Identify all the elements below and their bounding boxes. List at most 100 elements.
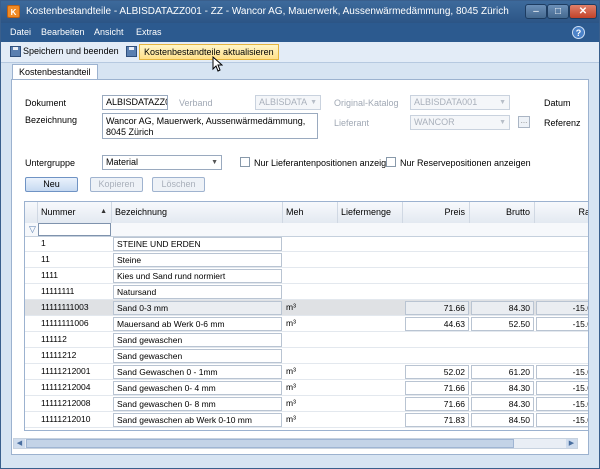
cell-preis[interactable] [405, 252, 469, 268]
scroll-right-icon[interactable]: ▶ [566, 439, 577, 448]
lieferant-lookup-button[interactable]: ... [518, 116, 530, 128]
table-row[interactable]: 111112 Sand gewaschen [25, 332, 588, 348]
cell-brutto[interactable]: 84.30 [471, 301, 534, 315]
cell-meh[interactable]: m³ [283, 396, 338, 412]
cell-meh[interactable]: m³ [283, 380, 338, 396]
cell-meh[interactable] [283, 268, 338, 284]
cell-nummer[interactable]: 11111212 [38, 348, 112, 364]
cell-rabatt[interactable] [536, 284, 588, 300]
cell-preis[interactable]: 71.83 [405, 413, 469, 427]
menu-bearbeiten[interactable]: Bearbeiten [41, 27, 85, 37]
close-button[interactable]: ✕ [569, 4, 597, 19]
column-header-nummer[interactable]: Nummer ▲ [38, 202, 112, 223]
kopieren-button[interactable]: Kopieren [90, 177, 143, 192]
scroll-left-icon[interactable]: ◀ [14, 439, 25, 448]
cell-bezeichnung[interactable]: Sand gewaschen 0- 8 mm [113, 397, 282, 411]
cell-nummer[interactable]: 1111 [38, 268, 112, 284]
table-row[interactable]: 11111212010 Sand gewaschen ab Werk 0-10 m… [25, 412, 588, 428]
cell-brutto[interactable]: 84.30 [471, 397, 534, 411]
cell-nummer[interactable]: 11111111003 [38, 300, 112, 316]
help-icon[interactable]: ? [572, 26, 585, 39]
cell-rabatt[interactable] [536, 236, 588, 252]
nur-lieferanten-checkbox[interactable] [240, 157, 250, 167]
cell-rabatt[interactable] [536, 268, 588, 284]
bezeichnung-field[interactable]: Wancor AG, Mauerwerk, Aussenwärmedämmung… [102, 113, 318, 139]
verband-select[interactable]: ALBISDATA ▼ [255, 95, 321, 110]
column-header-rabatt[interactable]: Ra [535, 202, 588, 223]
cell-brutto[interactable] [471, 332, 534, 348]
table-row[interactable]: 11111212008 Sand gewaschen 0- 8 mm m³ 71.66… [25, 396, 588, 412]
cell-brutto[interactable]: 84.30 [471, 381, 534, 395]
cell-meh[interactable]: m³ [283, 364, 338, 380]
cell-brutto[interactable]: 84.50 [471, 413, 534, 427]
cell-rabatt[interactable]: -15.0 [536, 365, 588, 379]
cell-meh[interactable] [283, 252, 338, 268]
menu-ansicht[interactable]: Ansicht [94, 27, 124, 37]
cell-meh[interactable] [283, 332, 338, 348]
cell-rabatt[interactable] [536, 348, 588, 364]
column-header-preis[interactable]: Preis [403, 202, 470, 223]
menu-datei[interactable]: Datei [10, 27, 31, 37]
cell-nummer[interactable]: 11111212001 [38, 364, 112, 380]
table-row[interactable]: 11111111 Natursand [25, 284, 588, 300]
save-and-close-button[interactable]: Speichern und beenden [23, 44, 119, 60]
cell-preis[interactable]: 71.66 [405, 381, 469, 395]
table-row[interactable]: 11111111003Sand 0-3 mmm³ 71.6684.30-15.0 [25, 300, 588, 316]
cell-preis[interactable] [405, 348, 469, 364]
title-bar[interactable]: K Kostenbestandteile - ALBISDATAZZ001 - … [1, 1, 599, 23]
table-row[interactable]: 1111 Kies und Sand rund normiert [25, 268, 588, 284]
cell-nummer[interactable]: 111112 [38, 332, 112, 348]
cell-rabatt[interactable]: -15.0 [536, 413, 588, 427]
cell-nummer[interactable]: 11111212008 [38, 396, 112, 412]
cell-bezeichnung[interactable]: Kies und Sand rund normiert [113, 269, 282, 283]
cell-bezeichnung[interactable]: Sand gewaschen 0- 4 mm [113, 381, 282, 395]
cell-nummer[interactable]: 11111212010 [38, 412, 112, 428]
cell-rabatt[interactable]: -15.0 [536, 301, 588, 315]
cell-brutto[interactable] [471, 252, 534, 268]
horizontal-scrollbar[interactable]: ◀ ▶ [13, 438, 578, 449]
cell-bezeichnung[interactable]: Steine [113, 253, 282, 267]
cell-meh[interactable] [283, 284, 338, 300]
cell-preis[interactable]: 52.02 [405, 365, 469, 379]
cell-meh[interactable]: m³ [283, 316, 338, 332]
cell-rabatt[interactable] [536, 332, 588, 348]
cell-meh[interactable] [283, 348, 338, 364]
cell-nummer[interactable]: 11 [38, 252, 112, 268]
nummer-filter-input[interactable] [38, 223, 111, 236]
cell-brutto[interactable] [471, 284, 534, 300]
column-header-brutto[interactable]: Brutto [470, 202, 535, 223]
cell-bezeichnung[interactable]: STEINE UND ERDEN [113, 237, 282, 251]
table-row[interactable]: 11111212004 Sand gewaschen 0- 4 mm m³ 71.66… [25, 380, 588, 396]
cell-bezeichnung[interactable]: Natursand [113, 285, 282, 299]
column-header-meh[interactable]: Meh [283, 202, 338, 223]
table-row[interactable]: 1 STEINE UND ERDEN [25, 236, 588, 252]
update-cost-components-button[interactable]: Kostenbestandteile aktualisieren [139, 44, 279, 60]
cell-bezeichnung[interactable]: Mauersand ab Werk 0-6 mm [113, 317, 282, 331]
table-row[interactable]: 11111212 Sand gewaschen [25, 348, 588, 364]
cell-rabatt[interactable]: -15.0 [536, 381, 588, 395]
filter-icon[interactable]: ▽ [29, 224, 36, 235]
untergruppe-select[interactable]: Material ▼ [102, 155, 222, 170]
cell-preis[interactable]: 71.66 [405, 301, 469, 315]
table-row[interactable]: 11111212001 Sand Gewaschen 0 - 1mm m³ 52.02… [25, 364, 588, 380]
nur-reserve-checkbox[interactable] [386, 157, 396, 167]
cell-nummer[interactable]: 11111111006 [38, 316, 112, 332]
cell-nummer[interactable]: 11111111 [38, 284, 112, 300]
table-row[interactable]: 11 Steine [25, 252, 588, 268]
cell-preis[interactable] [405, 236, 469, 252]
cell-rabatt[interactable]: -15.0 [536, 397, 588, 411]
tab-kostenbestandteil[interactable]: Kostenbestandteil [12, 64, 98, 80]
cell-preis[interactable]: 71.66 [405, 397, 469, 411]
cell-meh[interactable] [283, 236, 338, 252]
cell-brutto[interactable] [471, 268, 534, 284]
cell-bezeichnung[interactable]: Sand gewaschen ab Werk 0-10 mm [113, 413, 282, 427]
cell-bezeichnung[interactable]: Sand Gewaschen 0 - 1mm [113, 365, 282, 379]
column-header-bezeichnung[interactable]: Bezeichnung [112, 202, 283, 223]
lieferant-select[interactable]: WANCOR ▼ [410, 115, 510, 130]
cell-brutto[interactable] [471, 348, 534, 364]
column-header-liefermenge[interactable]: Liefermenge [338, 202, 403, 223]
maximize-button[interactable]: □ [547, 4, 569, 19]
cell-rabatt[interactable]: -15.0 [536, 317, 588, 331]
cell-brutto[interactable]: 61.20 [471, 365, 534, 379]
menu-extras[interactable]: Extras [136, 27, 162, 37]
